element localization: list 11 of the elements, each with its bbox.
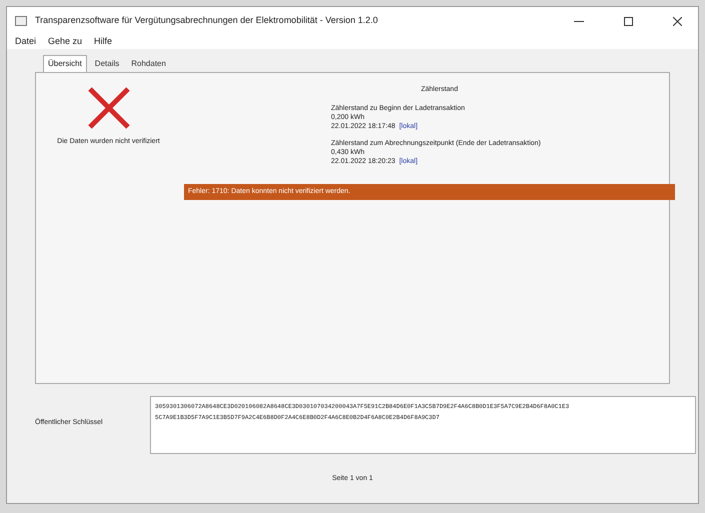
tab[interactable]: Rohdaten [127,55,170,72]
minimize-icon[interactable] [574,20,584,22]
menu-item[interactable]: Gehe zu [48,35,82,49]
menu-item[interactable]: Datei [15,35,36,49]
tab[interactable]: Details [90,55,124,72]
maximize-icon[interactable] [624,16,633,26]
tab[interactable]: Übersicht [43,55,87,72]
window-title: Transparenzsoftware für Vergütungsabrechnungen der Elektromobilität - Version 1.2.0 [35,14,378,28]
menu-item[interactable]: Hilfe [94,35,112,49]
app-icon [15,16,27,26]
close-icon[interactable] [673,16,682,26]
